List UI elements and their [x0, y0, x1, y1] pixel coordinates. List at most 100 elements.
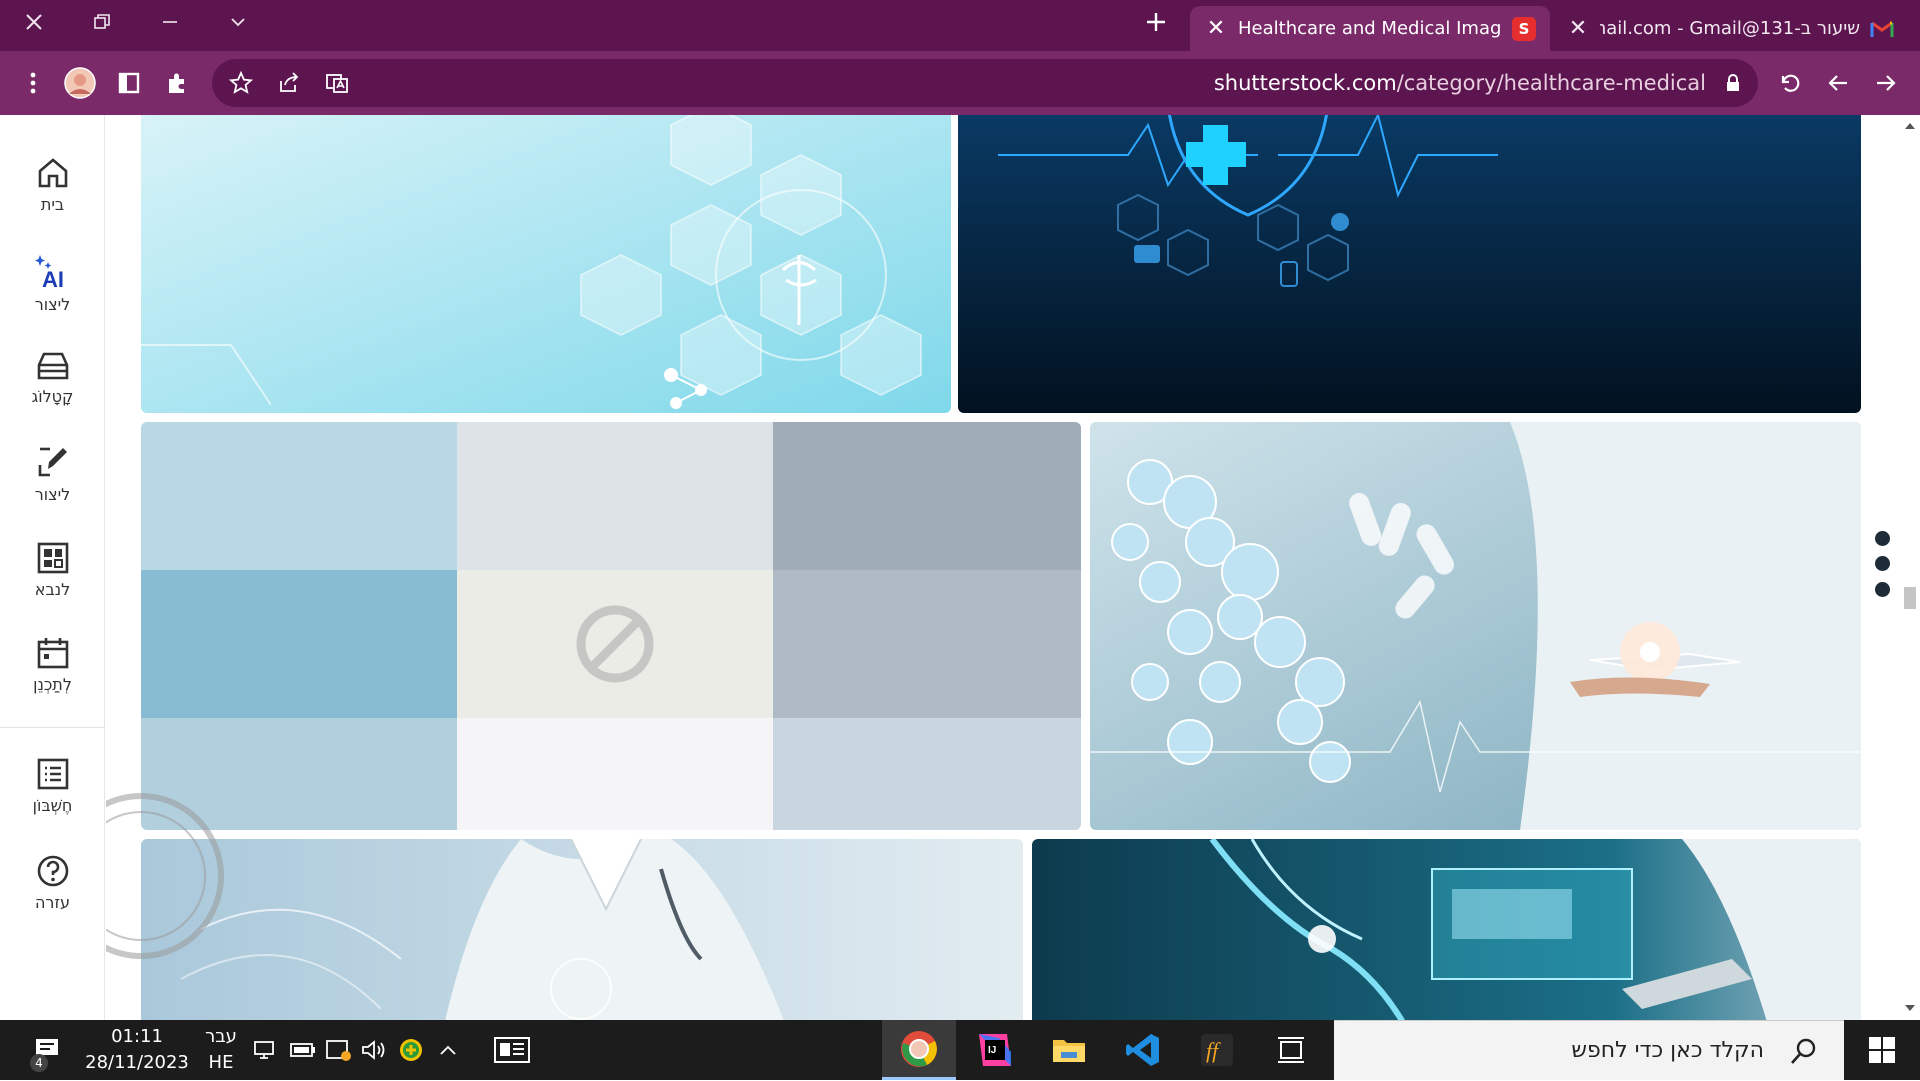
image-tile-dna-doctor-screen[interactable] — [1032, 839, 1861, 1020]
image-tile-hexagon-medical[interactable] — [141, 115, 951, 413]
minimize-icon — [163, 21, 177, 23]
language-indicator[interactable]: עבר HE — [198, 1020, 244, 1080]
start-button[interactable] — [1844, 1020, 1920, 1080]
chevron-down-icon — [231, 18, 245, 27]
windows-logo-icon — [1869, 1037, 1895, 1063]
taskbar-fontforge[interactable]: ff — [1184, 1020, 1250, 1080]
network-tray-icon[interactable] — [250, 1020, 282, 1080]
sidebar-item-predict[interactable]: לנבא — [0, 542, 105, 622]
browser-toolbar: shutterstock.com/category/healthcare-med… — [0, 51, 1920, 115]
sidebar-item-label: ליצור — [34, 485, 71, 504]
notification-count: 4 — [30, 1054, 48, 1072]
tab-search-button[interactable] — [204, 0, 272, 44]
carousel-dot[interactable] — [1875, 531, 1890, 546]
taskbar-search-box[interactable]: הקלד כאן כדי לחפש — [1334, 1020, 1844, 1080]
taskbar-vscode[interactable] — [1110, 1020, 1176, 1080]
sync-tray-icon[interactable] — [323, 1020, 355, 1080]
sidebar-item-home[interactable]: בית — [0, 157, 105, 237]
shield-medical-image — [958, 115, 1861, 413]
sidebar-item-plan[interactable]: לְתַכְנֵן — [0, 637, 105, 717]
image-tile-placeholder[interactable] — [141, 422, 1081, 830]
catalog-icon — [37, 352, 68, 380]
more-vert-icon — [30, 72, 36, 94]
profile-button[interactable] — [62, 65, 98, 101]
translate-icon — [326, 74, 348, 93]
browser-menu-button[interactable] — [15, 65, 51, 101]
battery-icon — [290, 1043, 315, 1057]
image-tile-doctor-portrait[interactable] — [141, 839, 1023, 1020]
sidebar-item-label: ליצור — [34, 295, 71, 314]
sidebar-item-editor[interactable]: ליצור — [0, 445, 105, 525]
green-circle-plus-icon — [400, 1039, 422, 1061]
close-tab-icon[interactable]: ✕ — [1204, 16, 1228, 41]
battery-tray-icon[interactable] — [287, 1020, 319, 1080]
carousel-dot[interactable] — [1875, 582, 1890, 597]
plus-icon — [1147, 13, 1165, 31]
image-tile-shield-medical[interactable] — [958, 115, 1861, 413]
taskbar-file-explorer[interactable] — [1036, 1020, 1102, 1080]
grid-dashboard-icon — [37, 542, 68, 574]
scroll-thumb[interactable] — [1904, 587, 1916, 609]
task-view-icon — [1278, 1037, 1304, 1063]
show-hidden-icons-button[interactable] — [432, 1020, 464, 1080]
chrome-profile-icon — [901, 1030, 937, 1067]
ai-badge: AI — [42, 267, 64, 289]
vertical-scrollbar[interactable] — [1898, 115, 1920, 1020]
news-widget-button[interactable] — [488, 1020, 536, 1080]
extensions-button[interactable] — [159, 65, 195, 101]
blurred-placeholder-image — [141, 422, 1081, 830]
address-bar[interactable]: shutterstock.com/category/healthcare-med… — [212, 59, 1758, 107]
taskbar-chrome[interactable] — [882, 1020, 956, 1080]
clock-date: 28/11/2023 — [85, 1052, 189, 1073]
avatar — [64, 67, 96, 99]
forward-button[interactable] — [1868, 65, 1904, 101]
image-tile-dna-doctor-tablet[interactable] — [1090, 422, 1861, 830]
app-sidebar: בית AI ליצור קָטָלוֹג ליצור לנבא לְתַכְנ… — [0, 115, 105, 1020]
sidebar-item-label: קָטָלוֹג — [31, 387, 74, 406]
restore-window-button[interactable] — [68, 0, 136, 44]
back-button[interactable] — [1820, 65, 1856, 101]
network-icon — [254, 1041, 274, 1059]
ai-sparkle-icon: AI — [34, 255, 64, 289]
translate-button[interactable] — [319, 65, 355, 101]
sidebar-item-ai-create[interactable]: AI ליצור — [0, 253, 105, 333]
chevron-up-icon — [440, 1045, 456, 1055]
gmail-icon — [1870, 21, 1894, 37]
app-tray-icon[interactable] — [395, 1020, 427, 1080]
browser-titlebar: ✕ Healthcare and Medical Images, S ✕ שיע… — [0, 0, 1920, 51]
vscode-icon — [1126, 1034, 1159, 1066]
lang-bottom: HE — [208, 1052, 234, 1073]
notifications-button[interactable]: 4 — [22, 1020, 72, 1080]
image-grid — [106, 115, 1902, 1020]
scroll-down-arrow-icon[interactable] — [1904, 1003, 1916, 1013]
reload-button[interactable] — [1772, 65, 1808, 101]
bookmark-button[interactable] — [223, 65, 259, 101]
clock[interactable]: 01:11 28/11/2023 — [82, 1020, 192, 1080]
sidebar-item-catalog[interactable]: קָטָלוֹג — [0, 351, 105, 431]
share-button[interactable] — [271, 65, 307, 101]
search-placeholder: הקלד כאן כדי לחפש — [1571, 1038, 1764, 1063]
tab-gmail[interactable]: ✕ שיעור ב-131@gmail.com - Gmail — [1552, 6, 1908, 51]
hexagon-medical-image — [141, 115, 951, 413]
volume-tray-icon[interactable] — [358, 1020, 390, 1080]
new-tab-button[interactable] — [1122, 0, 1190, 44]
sidebar-item-help[interactable]: עזרה — [0, 855, 105, 935]
arrow-right-icon — [1877, 75, 1896, 91]
dna-doctor-tablet-image — [1090, 422, 1861, 830]
carousel-dot[interactable] — [1875, 556, 1890, 571]
sidebar-item-label: עזרה — [34, 893, 71, 912]
url-text[interactable]: shutterstock.com/category/healthcare-med… — [1214, 59, 1706, 107]
close-window-button[interactable] — [0, 0, 68, 44]
url-path: /category/healthcare-medical — [1396, 71, 1706, 95]
side-panel-button[interactable] — [111, 65, 147, 101]
close-tab-icon[interactable]: ✕ — [1566, 16, 1590, 41]
tab-healthcare[interactable]: ✕ Healthcare and Medical Images, S — [1190, 6, 1550, 51]
reload-icon — [1781, 74, 1800, 92]
taskbar-intellij[interactable]: IJ — [962, 1020, 1028, 1080]
puzzle-icon — [169, 73, 184, 93]
sidebar-item-account[interactable]: חֶשְׁבּוֹן — [0, 758, 105, 838]
taskbar-task-view[interactable] — [1258, 1020, 1324, 1080]
minimize-window-button[interactable] — [136, 0, 204, 44]
scroll-up-arrow-icon[interactable] — [1904, 121, 1916, 131]
star-icon — [229, 71, 253, 94]
